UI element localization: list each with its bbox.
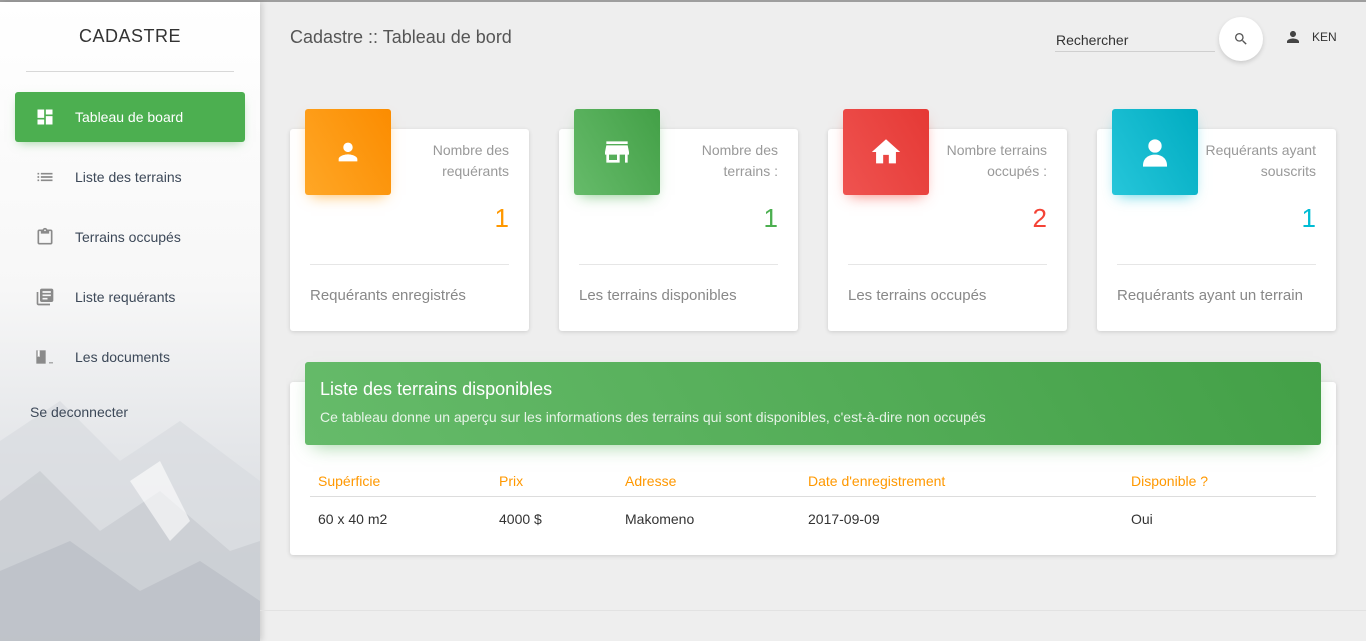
card-footer: Requérants enregistrés	[310, 287, 466, 304]
stat-card-terrains: Nombre des terrains : 1 Les terrains dis…	[559, 109, 798, 331]
app-window: CADASTRE Tableau de board Liste des terr…	[0, 0, 1366, 641]
search-input[interactable]	[1055, 28, 1215, 52]
card-icon-box	[843, 109, 929, 195]
stat-card-souscrits: Requérants ayant souscrits 1 Requérants …	[1097, 109, 1336, 331]
clipboard-icon	[35, 227, 55, 247]
card-value: 1	[494, 203, 509, 233]
stat-card-terrains-occupes: Nombre terrains occupés : 2 Les terrains…	[828, 109, 1067, 331]
search-icon	[1235, 33, 1247, 45]
terrains-table: Supérficie Prix Adresse Date d'enregistr…	[310, 468, 1316, 541]
sidebar-item-label: Tableau de board	[75, 109, 184, 125]
sidebar-item-documents[interactable]: Les documents	[15, 332, 245, 382]
column-header-adresse[interactable]: Adresse	[617, 468, 800, 497]
card-value: 2	[1032, 203, 1047, 233]
card-footer: Les terrains occupés	[848, 287, 987, 304]
user-name: KEN	[1312, 30, 1337, 44]
column-header-superficie[interactable]: Supérficie	[310, 468, 491, 497]
table-cell: 60 x 40 m2	[318, 511, 388, 527]
user-menu[interactable]: KEN	[1284, 28, 1337, 46]
page-title: Cadastre :: Tableau de bord	[290, 27, 512, 47]
table-cell: 4000 $	[499, 511, 542, 527]
table-subtitle: Ce tableau donne un aperçu sur les infor…	[320, 409, 986, 425]
book-icon	[35, 347, 55, 367]
list-icon	[35, 167, 55, 187]
card-divider	[310, 264, 509, 265]
sidebar-item-label: Liste des terrains	[75, 169, 182, 185]
sidebar-item-label: Terrains occupés	[75, 229, 181, 245]
card-value: 1	[1301, 203, 1316, 233]
card-value: 1	[763, 203, 778, 233]
sidebar-item-label: Les documents	[75, 349, 170, 365]
table-header-row: Supérficie Prix Adresse Date d'enregistr…	[310, 468, 1316, 497]
card-divider	[1117, 264, 1316, 265]
table-cell: 2017-09-09	[808, 511, 880, 527]
sidebar-item-requerants[interactable]: Liste requérants	[15, 272, 245, 322]
card-category: Nombre des terrains :	[701, 142, 778, 179]
card-icon-box	[574, 109, 660, 195]
card-footer: Requérants ayant un terrain	[1117, 287, 1303, 304]
logout-link[interactable]: Se deconnecter	[30, 404, 128, 420]
card-icon-box	[1112, 109, 1198, 195]
dashboard-icon	[35, 107, 55, 127]
user-icon	[1143, 139, 1167, 167]
column-header-prix[interactable]: Prix	[491, 468, 617, 497]
mountain-background-image	[0, 401, 260, 641]
table-title: Liste des terrains disponibles	[320, 379, 553, 399]
table-cell: Oui	[1131, 511, 1153, 527]
sidebar: CADASTRE Tableau de board Liste des terr…	[0, 2, 260, 641]
column-header-date[interactable]: Date d'enregistrement	[800, 468, 1123, 497]
column-header-disponible[interactable]: Disponible ?	[1123, 468, 1316, 497]
store-icon	[605, 141, 629, 163]
brand-divider	[26, 71, 234, 72]
search-button[interactable]	[1219, 17, 1263, 61]
stat-card-requerants: Nombre des requérants 1 Requérants enreg…	[290, 109, 529, 331]
table-row[interactable]: 60 x 40 m2 4000 $ Makomeno 2017-09-09 Ou…	[310, 497, 1316, 542]
home-icon	[871, 139, 901, 164]
table-header-banner: Liste des terrains disponibles Ce tablea…	[305, 362, 1321, 445]
footer-divider	[260, 610, 1366, 611]
card-divider	[579, 264, 778, 265]
sidebar-item-dashboard[interactable]: Tableau de board	[15, 92, 245, 142]
card-category: Nombre terrains occupés :	[946, 142, 1047, 179]
card-category: Requérants ayant souscrits	[1205, 142, 1316, 179]
brand-logo[interactable]: CADASTRE	[0, 26, 260, 47]
sidebar-item-terrains-occupes[interactable]: Terrains occupés	[15, 212, 245, 262]
library-books-icon	[35, 287, 55, 307]
card-category: Nombre des requérants	[432, 142, 509, 179]
table-cell: Makomeno	[625, 511, 695, 527]
sidebar-item-label: Liste requérants	[75, 289, 176, 305]
sidebar-item-terrains[interactable]: Liste des terrains	[15, 152, 245, 202]
person-icon	[338, 142, 358, 162]
card-icon-box	[305, 109, 391, 195]
card-divider	[848, 264, 1047, 265]
person-icon	[1287, 31, 1299, 43]
card-footer: Les terrains disponibles	[579, 287, 737, 304]
